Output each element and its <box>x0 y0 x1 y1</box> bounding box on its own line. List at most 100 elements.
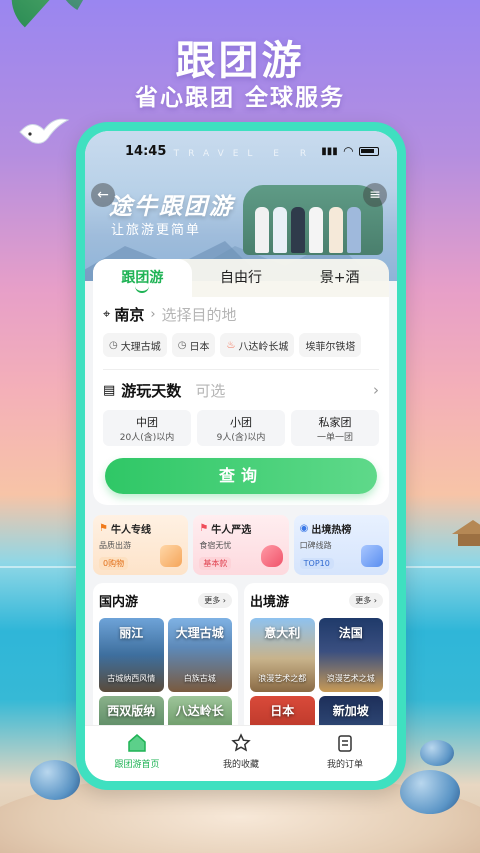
chevron-right-icon: › <box>150 306 156 322</box>
domestic-section: 国内游 更多 › 丽江 古城纳西风情 大理古城 白族古城 西双版纳 八达岭长 <box>93 583 238 733</box>
menu-button[interactable]: ≡ <box>363 183 387 207</box>
location-pin-icon: ⌖ <box>103 306 111 322</box>
more-button[interactable]: 更多 › <box>198 593 232 608</box>
feature-card-outbound-ranking[interactable]: ◉ 出境热榜 口碑线路 TOP10 <box>293 515 389 575</box>
seagull-icon <box>19 118 70 144</box>
fire-icon: ♨ <box>226 339 236 351</box>
tab-scenic-hotel[interactable]: 景+酒 <box>290 259 389 297</box>
product-tabs: 跟团游 自由行 景+酒 <box>93 259 389 297</box>
destination-tile[interactable]: 意大利 浪漫艺术之都 <box>250 618 315 692</box>
palm-leaf-decoration <box>0 0 126 28</box>
group-medium[interactable]: 中团 20人(含)以内 <box>103 410 191 446</box>
destination-tile[interactable]: 大理古城 白族古城 <box>167 618 232 692</box>
order-icon <box>334 732 356 754</box>
nav-label: 我的订单 <box>326 760 363 770</box>
more-button[interactable]: 更多 › <box>349 593 383 608</box>
palm-leaf-decoration <box>42 0 138 10</box>
tile-name: 新加坡 <box>332 704 369 718</box>
destination-tile[interactable]: 丽江 古城纳西风情 <box>99 618 164 692</box>
more-label: 更多 <box>355 596 372 605</box>
clock-icon: ◷ <box>177 339 187 351</box>
destination-tile[interactable]: 法国 浪漫艺术之城 <box>318 618 383 692</box>
tile-name: 丽江 <box>119 626 144 640</box>
nav-orders[interactable]: 我的订单 <box>293 726 397 781</box>
bottom-nav: 跟团游首页 我的收藏 我的订单 <box>85 725 397 781</box>
nav-label: 我的收藏 <box>222 760 259 770</box>
section-title: 国内游 <box>99 595 139 610</box>
group-small[interactable]: 小团 9人(含)以内 <box>197 410 285 446</box>
chip-dali[interactable]: ◷ 大理古城 <box>103 333 167 357</box>
home-icon <box>126 732 148 754</box>
group-sub: 20人(含)以内 <box>119 433 175 443</box>
status-bar: 14:45 ▮▮▮ ◠ <box>85 141 397 161</box>
group-title: 小团 <box>230 416 252 429</box>
group-title: 中团 <box>136 416 158 429</box>
chip-eiffel[interactable]: 埃菲尔铁塔 <box>299 333 362 357</box>
feature-badge: 基本款 <box>199 557 232 570</box>
stone-decoration <box>400 770 460 814</box>
person-illustration <box>347 207 361 253</box>
feature-title: 牛人严选 <box>211 525 252 536</box>
person-illustration <box>291 207 305 253</box>
wifi-icon: ◠ <box>343 144 353 158</box>
feature-badge: 0购物 <box>99 557 129 570</box>
feature-card-selected[interactable]: ⚑ 牛人严选 食宿无忧 基本款 <box>193 515 289 575</box>
tile-sub: 白族古城 <box>183 674 216 683</box>
chip-label: 日本 <box>189 341 210 353</box>
feature-card-premium-route[interactable]: ⚑ 牛人专线 品质出游 0购物 <box>93 515 189 575</box>
destination-sections: 国内游 更多 › 丽江 古城纳西风情 大理古城 白族古城 西双版纳 八达岭长 出… <box>93 583 389 733</box>
group-sub: 9人(含)以内 <box>216 433 266 443</box>
chip-label: 埃菲尔铁塔 <box>305 341 356 353</box>
trophy-icon: ◉ <box>299 523 309 534</box>
phone-frame: M TRAVEL E R 14:45 ▮▮▮ ◠ ← ≡ 途牛跟团游 让旅游更简… <box>76 122 406 790</box>
section-title: 出境游 <box>250 595 290 610</box>
star-badge-icon <box>360 545 383 567</box>
tile-sub: 浪漫艺术之都 <box>258 674 307 683</box>
coupon-icon <box>160 545 183 567</box>
signal-icon: ▮▮▮ <box>321 145 338 157</box>
tile-name: 西双版纳 <box>107 704 156 718</box>
flag-icon: ⚑ <box>199 523 209 534</box>
nav-favorites[interactable]: 我的收藏 <box>189 726 293 781</box>
person-illustration <box>309 207 323 253</box>
tile-name: 法国 <box>338 626 363 640</box>
chip-label: 大理古城 <box>120 341 161 353</box>
outbound-section: 出境游 更多 › 意大利 浪漫艺术之都 法国 浪漫艺术之城 日本 新加坡 <box>244 583 389 733</box>
departure-city[interactable]: 南京 <box>114 304 144 325</box>
calendar-icon: ▤ <box>103 382 116 398</box>
group-sub: 一单一团 <box>316 433 353 443</box>
brand-title: 途牛跟团游 <box>109 194 234 220</box>
person-illustration <box>255 207 269 253</box>
more-label: 更多 <box>204 596 221 605</box>
app-screen: M TRAVEL E R 14:45 ▮▮▮ ◠ ← ≡ 途牛跟团游 让旅游更简… <box>85 131 397 781</box>
tab-free-travel[interactable]: 自由行 <box>192 259 291 297</box>
system-icons: ▮▮▮ ◠ <box>321 144 379 158</box>
search-card: ⌖ 南京 › 选择目的地 ◷ 大理古城 ◷ 日本 ♨ 八达岭长城 埃菲尔铁塔 ▤ 游玩… <box>93 297 389 505</box>
feature-badge: TOP10 <box>299 558 334 569</box>
brand-slogan: 让旅游更简单 <box>111 223 202 238</box>
group-private[interactable]: 私家团 一单一团 <box>291 410 379 446</box>
chip-great-wall[interactable]: ♨ 八达岭长城 <box>220 333 295 357</box>
chip-label: 八达岭长城 <box>238 341 289 353</box>
star-icon <box>230 732 252 754</box>
tile-name: 日本 <box>270 704 295 718</box>
search-button[interactable]: 查询 <box>105 458 377 494</box>
feature-cards: ⚑ 牛人专线 品质出游 0购物 ⚑ 牛人严选 食宿无忧 基本款 ◉ 出境热榜 口碑线路… <box>93 515 389 575</box>
promo-subtitle: 省心跟团 全球服务 <box>134 85 345 111</box>
tile-sub: 浪漫艺术之城 <box>326 674 375 683</box>
destination-input[interactable]: 选择目的地 <box>162 304 237 325</box>
feature-title: 出境热榜 <box>311 525 352 536</box>
history-chips: ◷ 大理古城 ◷ 日本 ♨ 八达岭长城 埃菲尔铁塔 <box>103 333 379 359</box>
group-type-options: 中团 20人(含)以内 小团 9人(含)以内 私家团 一单一团 <box>103 410 379 446</box>
nav-home[interactable]: 跟团游首页 <box>85 726 189 781</box>
shield-check-icon <box>260 545 283 567</box>
stone-decoration <box>420 740 454 766</box>
stone-decoration <box>30 760 80 800</box>
tile-name: 八达岭长 <box>175 704 224 718</box>
tab-group-tour[interactable]: 跟团游 <box>93 259 192 297</box>
days-value: 可选 <box>195 381 226 400</box>
feature-title: 牛人专线 <box>110 525 151 536</box>
chevron-right-icon: › <box>373 381 379 399</box>
chip-japan[interactable]: ◷ 日本 <box>171 333 216 357</box>
days-row[interactable]: ▤ 游玩天数 可选 › <box>103 370 379 410</box>
